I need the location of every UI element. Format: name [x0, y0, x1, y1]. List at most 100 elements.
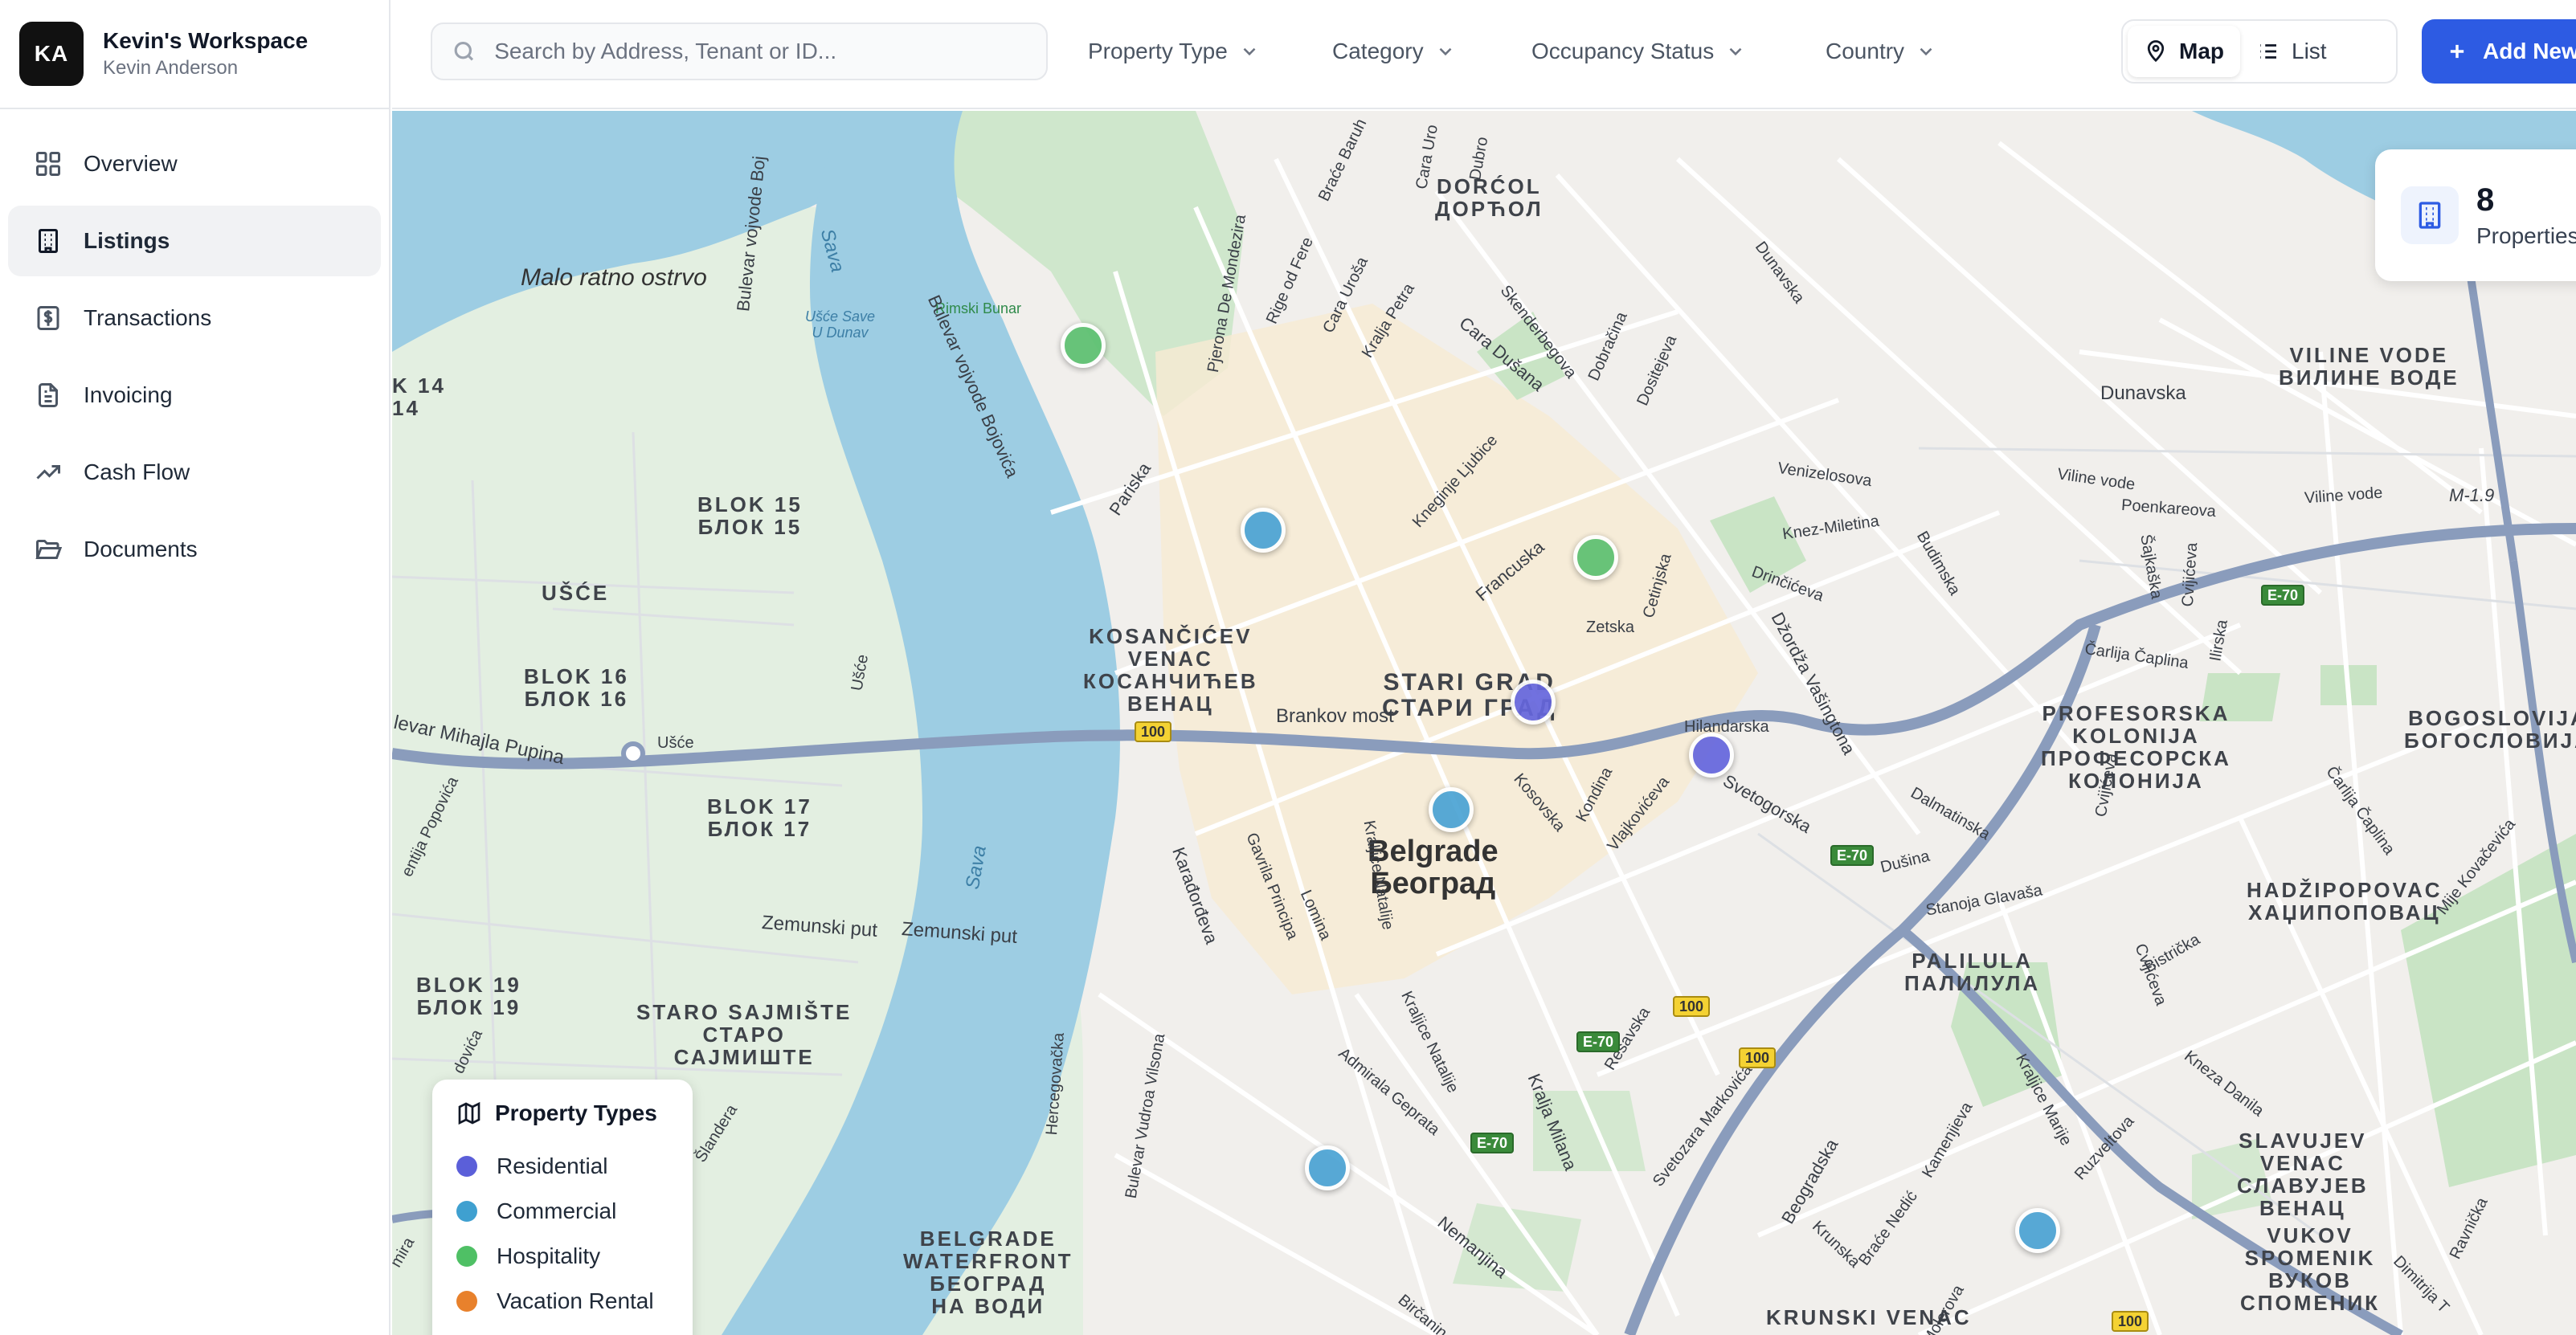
map-label-hilandarska: Hilandarska: [1684, 718, 1769, 736]
filter-category[interactable]: Category: [1332, 32, 1456, 71]
legend-item-residential: Residential: [456, 1144, 669, 1189]
map-district-vukov: VUKOV SPOMENIK ВУКОВ СПОМЕНИК: [2240, 1223, 2381, 1315]
map-label-island: Malo ratno ostrvo: [521, 264, 707, 291]
workspace-name: Kevin's Workspace: [103, 28, 309, 53]
map-district-staro-sajmiste: STARO SAJMIŠTE СТАРО САЈМИШТЕ: [636, 1000, 853, 1069]
filter-label: Category: [1332, 39, 1424, 63]
legend-dot: [456, 1246, 477, 1267]
building-icon: [32, 225, 64, 257]
sidebar-item-label: Listings: [84, 228, 170, 253]
map-district-hadzipopovac: HADŽIPOPOVAC ХАЏИПОПОВАЦ: [2247, 878, 2443, 925]
sidebar-item-invoicing[interactable]: Invoicing: [8, 360, 381, 431]
map-district-blok16: BLOK 16 БЛОК 16: [524, 664, 629, 711]
map-label-usce-street: Ušće: [657, 734, 694, 752]
list-view-button[interactable]: List: [2240, 26, 2343, 77]
properties-label: Properties: [2476, 222, 2576, 248]
legend-label: Hospitality: [497, 1243, 601, 1268]
legend-label: Vacation Rental: [497, 1288, 654, 1313]
sidebar-item-listings[interactable]: Listings: [8, 206, 381, 276]
property-marker[interactable]: [1241, 508, 1286, 553]
sidebar-item-overview[interactable]: Overview: [8, 129, 381, 199]
legend-label: Commercial: [497, 1198, 617, 1223]
legend-label: Residential: [497, 1153, 608, 1178]
legend-dot: [456, 1156, 477, 1177]
add-new-label: Add New: [2483, 39, 2576, 63]
legend-header: Property Types: [456, 1100, 669, 1126]
stats-text: 8 Properties: [2476, 182, 2576, 249]
map-district-viline-vode: VILINE VODE ВИЛИНЕ ВОДЕ: [2279, 343, 2459, 390]
chevron-down-icon: [1439, 47, 1452, 56]
sidebar: KA Kevin's Workspace Kevin Anderson Over…: [0, 0, 390, 1335]
legend-dot: [456, 1201, 477, 1222]
filter-occupancy-status[interactable]: Occupancy Status: [1531, 32, 1746, 71]
sidebar-item-documents[interactable]: Documents: [8, 514, 381, 585]
map-view[interactable]: Malo ratno ostrvo Ušće Save U Dunav Rims…: [392, 111, 2576, 1335]
property-marker[interactable]: [1573, 535, 1618, 580]
add-new-button[interactable]: Add New: [2422, 19, 2576, 84]
legend-dot: [456, 1291, 477, 1312]
sidebar-item-label: Overview: [84, 151, 178, 176]
search-box[interactable]: [431, 22, 1048, 80]
sidebar-item-transactions[interactable]: Transactions: [8, 283, 381, 353]
chevron-down-icon: [1920, 47, 1932, 56]
properties-count-card: 8 Properties: [2375, 149, 2576, 281]
map-district-bogoslovija: BOGOSLOVIJA БОГОСЛОВИЈА: [2404, 706, 2576, 753]
map-legend: Property Types Residential Commercial Ho…: [432, 1080, 693, 1335]
map-label-zetska: Zetska: [1586, 619, 1635, 636]
road-shield-100: 100: [1135, 721, 1172, 742]
map-icon: [458, 1101, 480, 1125]
map-district-profesorska: PROFESORSKA KOLONIJA ПРОФЕСОРСКА КОЛОНИЈ…: [2041, 701, 2231, 793]
map-district-blok17: BLOK 17 БЛОК 17: [707, 794, 812, 841]
map-view-button[interactable]: Map: [2128, 26, 2240, 77]
grid-icon: [32, 148, 64, 180]
plus-icon: [2450, 44, 2464, 59]
sidebar-item-label: Invoicing: [84, 382, 173, 407]
map-district-waterfront: BELGRADE WATERFRONT БЕОГРАД НА ВОДИ: [903, 1227, 1073, 1318]
map-label-dunavska: Dunavska: [2100, 382, 2186, 404]
view-toggle: Map List: [2121, 19, 2398, 84]
property-marker[interactable]: [2015, 1208, 2060, 1253]
map-district-slavujev: SLAVUJEV VENAC СЛАВУЈЕВ ВЕНАЦ: [2237, 1129, 2369, 1220]
legend-item-commercial: Commercial: [456, 1189, 669, 1234]
workspace-avatar: KA: [19, 22, 84, 86]
property-marker[interactable]: [1305, 1145, 1350, 1190]
filter-label: Country: [1826, 39, 1905, 63]
app-root: KA Kevin's Workspace Kevin Anderson Over…: [0, 0, 2576, 1335]
sidebar-item-label: Transactions: [84, 305, 212, 330]
chevron-down-icon: [1243, 47, 1256, 56]
road-shield-e70: E-70: [2261, 585, 2305, 606]
file-text-icon: [32, 379, 64, 411]
properties-count: 8: [2476, 182, 2495, 218]
road-shield-100: 100: [1739, 1047, 1777, 1068]
workspace-switcher[interactable]: KA Kevin's Workspace Kevin Anderson: [0, 0, 389, 109]
road-shield-e70: E-70: [1470, 1133, 1515, 1153]
building-icon: [2401, 186, 2459, 244]
legend-title: Property Types: [495, 1100, 657, 1125]
filter-country[interactable]: Country: [1826, 32, 1936, 71]
filter-property-type[interactable]: Property Type: [1088, 32, 1260, 71]
property-marker[interactable]: [1429, 787, 1474, 832]
road-shield-e70: E-70: [1576, 1031, 1621, 1052]
property-marker[interactable]: [1689, 733, 1734, 778]
map-label-usce-save: Ušće Save U Dunav: [805, 308, 876, 341]
dollar-doc-icon: [32, 302, 64, 334]
sidebar-item-label: Cash Flow: [84, 459, 190, 484]
road-shield-100: 100: [2112, 1311, 2149, 1332]
legend-item-hospitality: Hospitality: [456, 1234, 669, 1279]
search-icon: [454, 42, 474, 61]
map-district-blok19: BLOK 19 БЛОК 19: [416, 973, 521, 1019]
filter-label: Occupancy Status: [1531, 39, 1715, 63]
search-input[interactable]: [494, 39, 1027, 64]
map-district-blok14: K 14 14: [392, 374, 446, 420]
map-label-m19: M-1.9: [2449, 485, 2495, 505]
folder-open-icon: [32, 533, 64, 565]
property-marker[interactable]: [1511, 680, 1556, 725]
map-district-dorcol: DORĆOL ДОРЋОЛ: [1435, 174, 1544, 221]
property-marker[interactable]: [1061, 323, 1106, 368]
sidebar-item-cash-flow[interactable]: Cash Flow: [8, 437, 381, 508]
legend-item-vacation-rental: Vacation Rental: [456, 1279, 669, 1324]
map-district-palilula: PALILULA ПАЛИЛУЛА: [1904, 949, 2041, 995]
workspace-user: Kevin Anderson: [103, 57, 239, 79]
map-district-kosancicev: KOSANČIĆEV VENAC КОСАНЧИЋЕВ ВЕНАЦ: [1083, 624, 1258, 716]
top-bar: Property Type Category Occupancy Status …: [392, 0, 2576, 109]
